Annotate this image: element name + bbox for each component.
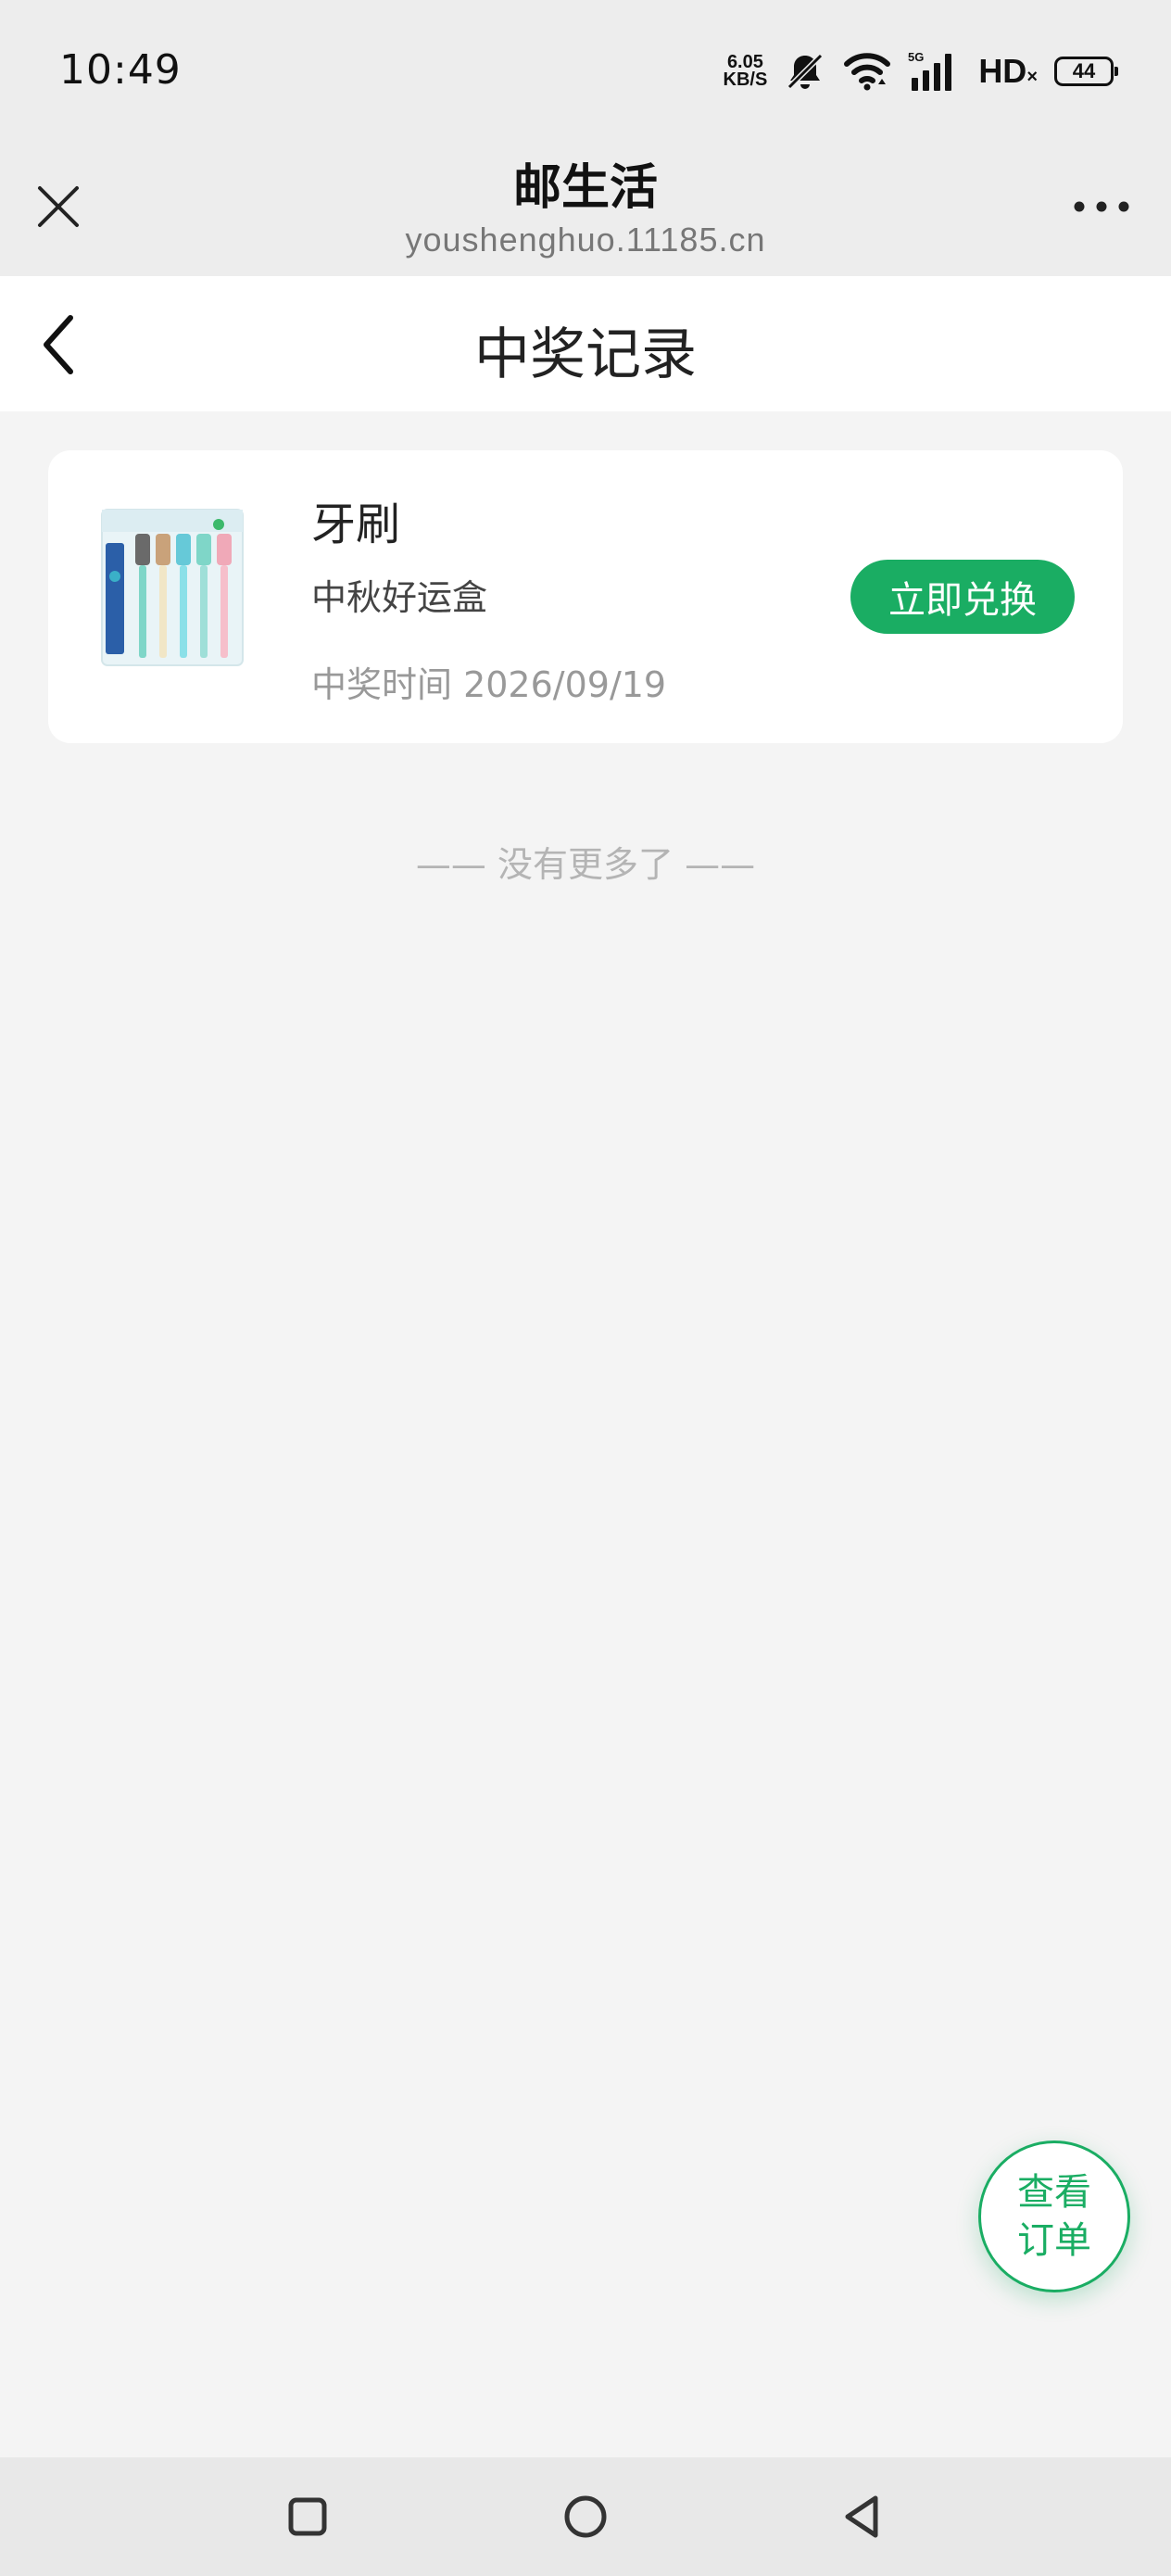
battery-level: 44 — [1072, 59, 1096, 82]
webview-url: youshenghuo.11185.cn — [405, 221, 766, 259]
webview-title-bar: 邮生活 youshenghuo.11185.cn — [0, 139, 1171, 276]
network-speed-unit: KB/S — [723, 69, 768, 90]
hd-voice-label: HD× — [978, 52, 1038, 90]
battery-icon: 44 — [1054, 57, 1118, 86]
home-button[interactable] — [548, 2480, 623, 2554]
redeem-now-button[interactable]: 立即兑换 — [850, 560, 1075, 634]
back-icon — [845, 2495, 878, 2538]
signal-icon: 5G — [908, 50, 952, 91]
page-title: 中奖记录 — [474, 322, 697, 387]
status-time: 10:49 — [59, 46, 182, 94]
webview-title: 邮生活 — [512, 160, 658, 216]
system-back-button[interactable] — [825, 2480, 899, 2554]
recent-apps-button[interactable] — [271, 2480, 345, 2554]
list-end-text: —— 没有更多了 —— — [415, 844, 756, 885]
status-icons: 6.05 KB/S 5G HD× 44 — [723, 48, 1118, 95]
view-orders-button[interactable]: 查看 订单 — [978, 2140, 1130, 2292]
page-header: 中奖记录 — [0, 276, 1171, 411]
prize-win-time: 中奖时间 2026/09/19 — [311, 664, 667, 705]
system-navigation-bar — [0, 2457, 1171, 2576]
prize-record-card: 牙刷 中秋好运盒 中奖时间 2026/09/19 立即兑换 — [48, 450, 1123, 743]
home-icon — [564, 2495, 607, 2538]
status-bar: 10:49 6.05 KB/S 5G HD× 44 — [0, 0, 1171, 139]
mute-icon — [787, 53, 824, 90]
more-icon — [1074, 201, 1129, 212]
hd-label-text: HD — [978, 52, 1027, 90]
network-type-label: 5G — [908, 50, 924, 64]
wifi-icon — [844, 53, 891, 91]
toothbrush-product-image — [101, 509, 244, 666]
prize-name: 牙刷 — [311, 499, 401, 550]
more-button[interactable] — [1058, 174, 1145, 239]
prize-activity: 中秋好运盒 — [311, 577, 488, 618]
network-speed: 6.05 KB/S — [723, 53, 768, 90]
recent-apps-icon — [288, 2497, 327, 2536]
